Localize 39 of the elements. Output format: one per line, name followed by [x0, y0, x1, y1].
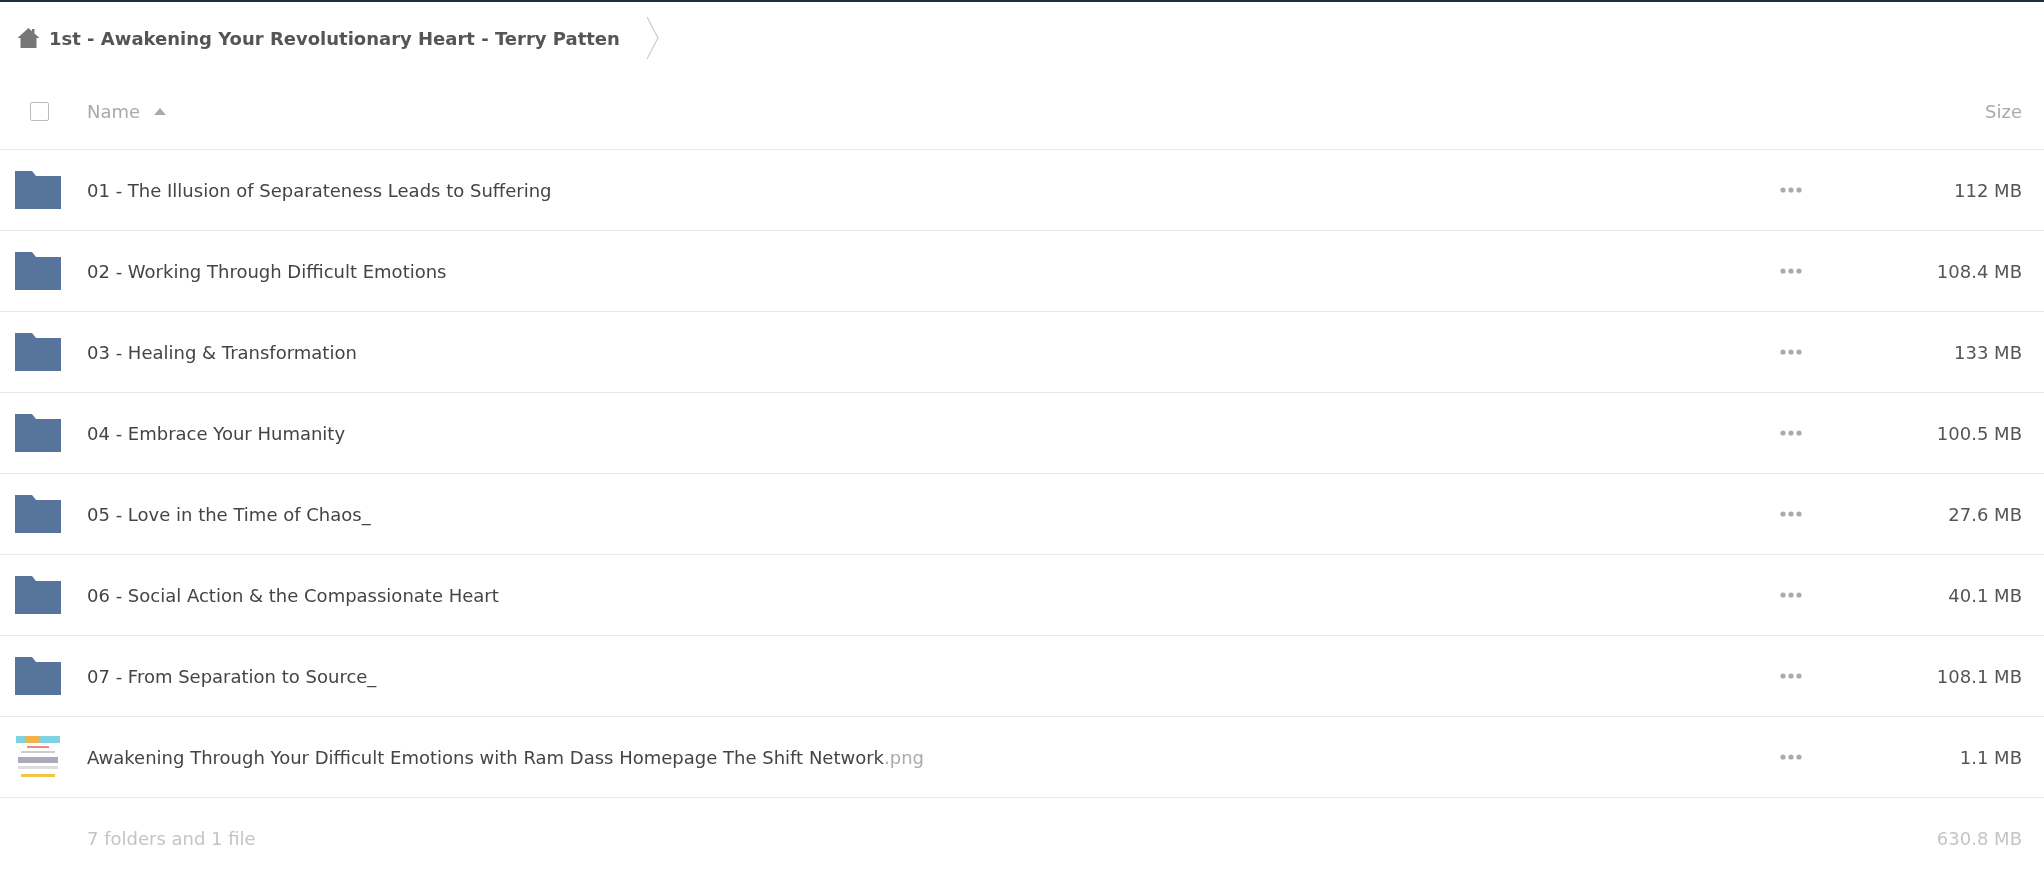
- file-size: 133 MB: [1953, 341, 2022, 363]
- file-name[interactable]: 06 - Social Action & the Compassionate Heart: [87, 584, 499, 606]
- folder-icon: [15, 414, 61, 452]
- more-options-icon[interactable]: [1780, 592, 1802, 598]
- more-options-icon[interactable]: [1780, 511, 1802, 517]
- image-thumbnail: [15, 734, 61, 780]
- sort-ascending-icon[interactable]: [154, 108, 167, 115]
- folder-icon: [15, 576, 61, 614]
- file-size: 108.4 MB: [1935, 260, 2022, 282]
- home-icon[interactable]: [16, 27, 41, 49]
- file-size: 112 MB: [1953, 179, 2022, 201]
- file-name[interactable]: 05 - Love in the Time of Chaos_: [87, 503, 371, 525]
- more-options-icon[interactable]: [1780, 187, 1802, 193]
- breadcrumb-folder-title[interactable]: 1st - Awakening Your Revolutionary Heart - Terry Patten: [49, 27, 620, 49]
- chevron-icon: [645, 16, 660, 60]
- file-name[interactable]: 07 - From Separation to Source_: [87, 665, 377, 687]
- file-size: 27.6 MB: [1947, 503, 2022, 525]
- more-options-icon[interactable]: [1780, 430, 1802, 436]
- file-size: 100.5 MB: [1935, 422, 2022, 444]
- file-name[interactable]: 04 - Embrace Your Humanity: [87, 422, 346, 444]
- folder-icon: [15, 657, 61, 695]
- folder-icon: [15, 171, 61, 209]
- file-name[interactable]: 01 - The Illusion of Separateness Leads to Suffering: [87, 179, 552, 201]
- total-size: 630.8 MB: [1936, 827, 2022, 849]
- file-name[interactable]: 03 - Healing & Transformation: [87, 341, 357, 363]
- file-name[interactable]: 02 - Working Through Difficult Emotions: [87, 260, 447, 282]
- file-size: 108.1 MB: [1935, 665, 2022, 687]
- folder-icon: [15, 495, 61, 533]
- folder-icon: [15, 333, 61, 371]
- file-size: 1.1 MB: [1958, 746, 2022, 768]
- more-options-icon[interactable]: [1780, 349, 1802, 355]
- more-options-icon[interactable]: [1780, 673, 1802, 679]
- more-options-icon[interactable]: [1780, 268, 1802, 274]
- file-name[interactable]: Awakening Through Your Difficult Emotions with Ram Dass Homepage The Shift Network.png: [87, 746, 925, 768]
- select-all-checkbox[interactable]: [30, 102, 49, 121]
- summary-text: 7 folders and 1 file: [87, 827, 256, 849]
- folder-icon: [15, 252, 61, 290]
- more-options-icon[interactable]: [1780, 754, 1802, 760]
- file-size: 40.1 MB: [1947, 584, 2022, 606]
